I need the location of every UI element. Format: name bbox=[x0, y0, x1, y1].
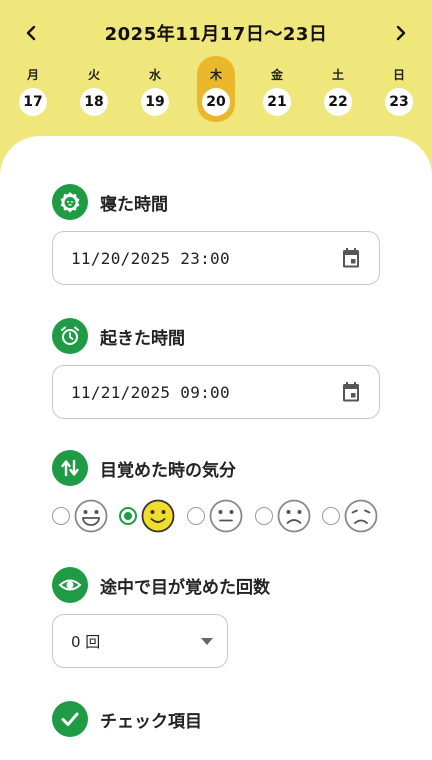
chevron-down-icon bbox=[201, 638, 213, 645]
checkmark-icon bbox=[52, 701, 88, 737]
waketime-title: 起きた時間 bbox=[100, 328, 185, 349]
mood-radio[interactable] bbox=[187, 507, 205, 525]
bedtime-title: 寝た時間 bbox=[100, 194, 168, 215]
checklist-title: チェック項目 bbox=[100, 711, 202, 732]
weekday-label: 木 bbox=[209, 68, 222, 82]
day-number: 19 bbox=[141, 88, 169, 116]
mood-section-header: 目覚めた時の気分 bbox=[52, 450, 236, 486]
mood-option-2-selected[interactable] bbox=[119, 496, 175, 536]
mood-option-5[interactable] bbox=[322, 496, 378, 536]
weekday-label: 土 bbox=[331, 68, 344, 82]
bedtime-section-header: 寝た時間 bbox=[52, 184, 168, 220]
weekday-label: 金 bbox=[270, 68, 283, 82]
day-sunday[interactable]: 日 23 bbox=[380, 56, 418, 122]
mood-radio[interactable] bbox=[52, 507, 70, 525]
sad-face-icon[interactable] bbox=[344, 499, 378, 533]
waketime-datetime-input[interactable]: 11/21/2025 09:00 bbox=[52, 365, 380, 419]
day-number: 20 bbox=[202, 88, 230, 116]
swap-arrows-icon bbox=[52, 450, 88, 486]
mood-radio[interactable] bbox=[322, 507, 340, 525]
mood-option-3[interactable] bbox=[187, 496, 243, 536]
day-number: 18 bbox=[80, 88, 108, 116]
day-wednesday[interactable]: 水 19 bbox=[136, 56, 174, 122]
week-range-title: 2025年11月17日〜23日 bbox=[104, 24, 328, 45]
day-number: 23 bbox=[385, 88, 413, 116]
chevron-left-icon bbox=[26, 25, 36, 41]
bedtime-value: 11/20/2025 23:00 bbox=[71, 248, 230, 268]
checklist-section-header: チェック項目 bbox=[52, 701, 202, 737]
weekday-label: 水 bbox=[148, 68, 161, 82]
smiling-face-icon[interactable] bbox=[141, 499, 175, 533]
wake-count-title: 途中で目が覚めた回数 bbox=[100, 577, 270, 598]
chevron-right-icon bbox=[396, 25, 406, 41]
day-saturday[interactable]: 土 22 bbox=[319, 56, 357, 122]
mood-radio-selected[interactable] bbox=[119, 507, 137, 525]
mood-radio[interactable] bbox=[255, 507, 273, 525]
day-number: 22 bbox=[324, 88, 352, 116]
mood-option-4[interactable] bbox=[255, 496, 311, 536]
day-number: 21 bbox=[263, 88, 291, 116]
weekday-label: 火 bbox=[87, 68, 100, 82]
waketime-section-header: 起きた時間 bbox=[52, 318, 185, 354]
next-week-button[interactable] bbox=[386, 18, 416, 48]
alarm-clock-icon bbox=[52, 318, 88, 354]
mood-option-1[interactable] bbox=[52, 496, 108, 536]
frowning-face-icon[interactable] bbox=[277, 499, 311, 533]
weekday-label: 月 bbox=[26, 68, 39, 82]
calendar-icon[interactable] bbox=[339, 246, 363, 270]
weekday-label: 日 bbox=[392, 68, 405, 82]
day-monday[interactable]: 月 17 bbox=[14, 56, 52, 122]
mood-title: 目覚めた時の気分 bbox=[100, 460, 236, 481]
day-tuesday[interactable]: 火 18 bbox=[75, 56, 113, 122]
week-days: 月 17 火 18 水 19 木 20 金 21 土 22 日 23 bbox=[0, 56, 432, 126]
day-friday[interactable]: 金 21 bbox=[258, 56, 296, 122]
day-number: 17 bbox=[19, 88, 47, 116]
grinning-face-icon[interactable] bbox=[74, 499, 108, 533]
prev-week-button[interactable] bbox=[16, 18, 46, 48]
wake-count-select[interactable]: 0 回 bbox=[52, 614, 228, 668]
calendar-icon[interactable] bbox=[339, 380, 363, 404]
wake-count-section-header: 途中で目が覚めた回数 bbox=[52, 567, 270, 603]
day-thursday-selected[interactable]: 木 20 bbox=[197, 56, 235, 122]
mood-options bbox=[52, 496, 382, 536]
wake-count-value: 0 回 bbox=[71, 632, 101, 651]
waketime-value: 11/21/2025 09:00 bbox=[71, 382, 230, 402]
eye-icon bbox=[52, 567, 88, 603]
sleep-face-icon bbox=[52, 184, 88, 220]
neutral-face-icon[interactable] bbox=[209, 499, 243, 533]
bedtime-datetime-input[interactable]: 11/20/2025 23:00 bbox=[52, 231, 380, 285]
